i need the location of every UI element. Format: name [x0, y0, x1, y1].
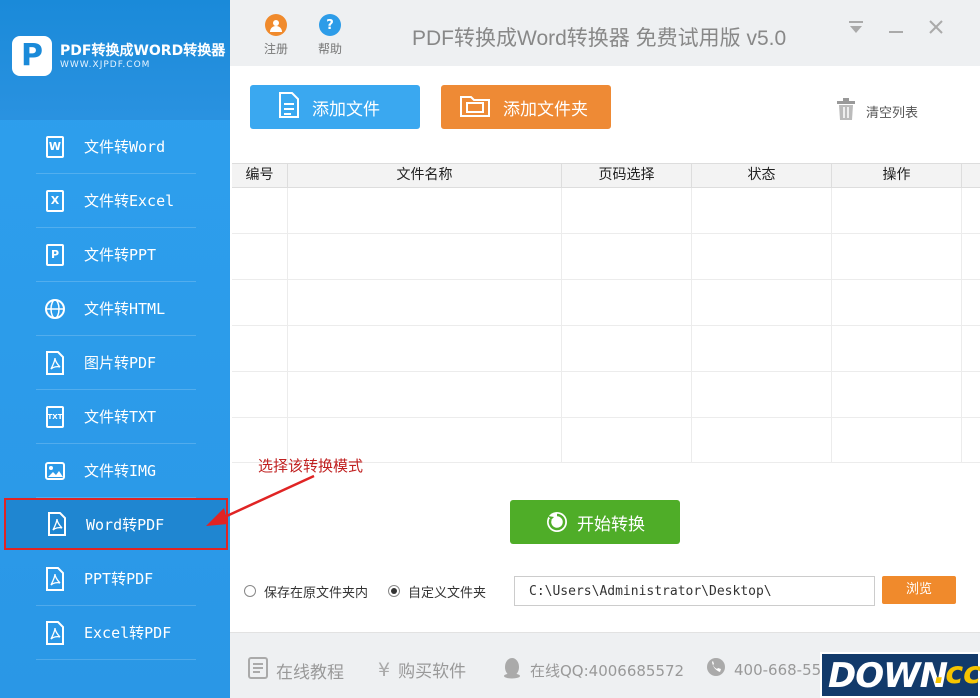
- radio-custom-folder[interactable]: [388, 585, 401, 597]
- output-path-input[interactable]: [514, 576, 875, 606]
- document-icon: [278, 91, 300, 124]
- online-qq-link[interactable]: 在线QQ:4006685572: [502, 657, 684, 684]
- pdf-icon: [44, 620, 66, 646]
- column-header-page-select[interactable]: 页码选择: [562, 164, 692, 187]
- register-button[interactable]: 注册: [258, 14, 294, 57]
- table-row: [232, 280, 980, 326]
- radio-save-original[interactable]: [244, 585, 256, 597]
- sidebar-item-word-to-pdf[interactable]: Word转PDF: [4, 498, 228, 550]
- user-icon: [265, 14, 287, 36]
- ppt-icon: P: [44, 242, 66, 268]
- excel-icon: X: [44, 188, 66, 214]
- table-row: [232, 234, 980, 280]
- annotation-arrow-icon: [206, 474, 315, 526]
- pdf-icon: [46, 511, 68, 537]
- save-options: 保存在原文件夹内 自定义文件夹: [244, 576, 486, 606]
- minimize-icon[interactable]: [888, 16, 904, 40]
- image-icon: [44, 458, 66, 484]
- sidebar-item-ppt-to-pdf[interactable]: PPT转PDF: [36, 552, 196, 606]
- trash-icon: [836, 98, 856, 124]
- column-header-actions[interactable]: 操作: [832, 164, 962, 187]
- word-icon: W: [44, 134, 66, 160]
- txt-icon: TXT: [44, 404, 66, 430]
- sidebar-item-file-to-ppt[interactable]: P 文件转PPT: [36, 228, 196, 282]
- logo-title: PDF转换成WORD转换器: [60, 43, 226, 59]
- add-file-button[interactable]: 添加文件: [250, 85, 420, 129]
- close-icon[interactable]: [928, 16, 944, 40]
- title-bar: 注册 ? 帮助 PDF转换成Word转换器 免费试用版 v5.0: [230, 0, 980, 66]
- qq-icon: [502, 657, 522, 684]
- clear-list-button[interactable]: 清空列表: [836, 98, 918, 124]
- folder-icon: [459, 92, 491, 123]
- globe-icon: [44, 296, 66, 322]
- sidebar-item-file-to-word[interactable]: W 文件转Word: [36, 120, 196, 174]
- column-header-filler: [962, 164, 980, 187]
- logo-url: WWW.XJPDF.COM: [60, 60, 151, 70]
- document-icon: [248, 657, 268, 684]
- table-row: [232, 372, 980, 418]
- sidebar-item-excel-to-pdf[interactable]: Excel转PDF: [36, 606, 196, 660]
- help-button[interactable]: ? 帮助: [312, 14, 348, 57]
- sidebar-item-file-to-html[interactable]: 文件转HTML: [36, 282, 196, 336]
- radio-save-original-label[interactable]: 保存在原文件夹内: [264, 582, 368, 601]
- browse-button[interactable]: 浏览: [882, 576, 956, 604]
- sidebar-item-file-to-img[interactable]: 文件转IMG: [36, 444, 196, 498]
- sidebar-item-file-to-excel[interactable]: X 文件转Excel: [36, 174, 196, 228]
- table-row: [232, 326, 980, 372]
- yen-icon: ¥: [378, 658, 391, 681]
- column-header-number[interactable]: 编号: [232, 164, 288, 187]
- column-header-status[interactable]: 状态: [692, 164, 832, 187]
- window-title: PDF转换成Word转换器 免费试用版 v5.0: [412, 27, 787, 50]
- table-row: [232, 188, 980, 234]
- table-header: 编号 文件名称 页码选择 状态 操作: [232, 164, 980, 188]
- online-tutorial-link[interactable]: 在线教程: [248, 657, 344, 684]
- radio-custom-folder-label[interactable]: 自定义文件夹: [408, 582, 486, 601]
- logo-area: P PDF转换成WORD转换器 WWW.XJPDF.COM: [0, 0, 230, 120]
- column-header-filename[interactable]: 文件名称: [288, 164, 562, 187]
- buy-software-link[interactable]: ¥ 购买软件: [378, 657, 466, 683]
- file-table: 编号 文件名称 页码选择 状态 操作: [232, 163, 980, 463]
- phone-icon: [706, 657, 726, 682]
- dropdown-menu-icon[interactable]: [848, 16, 864, 40]
- phone-link[interactable]: 400-668-55: [706, 657, 821, 682]
- sidebar-item-file-to-txt[interactable]: TXT 文件转TXT: [36, 390, 196, 444]
- app-logo-icon: P: [12, 36, 52, 76]
- sidebar: P PDF转换成WORD转换器 WWW.XJPDF.COM W 文件转Word …: [0, 0, 230, 698]
- refresh-icon: [545, 510, 569, 534]
- sidebar-item-image-to-pdf[interactable]: 图片转PDF: [36, 336, 196, 390]
- add-folder-button[interactable]: 添加文件夹: [441, 85, 611, 129]
- pdf-icon: [44, 350, 66, 376]
- start-convert-button[interactable]: 开始转换: [510, 500, 680, 544]
- down-cc-watermark-logo: DOWN .cc: [820, 652, 980, 698]
- help-icon: ?: [319, 14, 341, 36]
- pdf-icon: [44, 566, 66, 592]
